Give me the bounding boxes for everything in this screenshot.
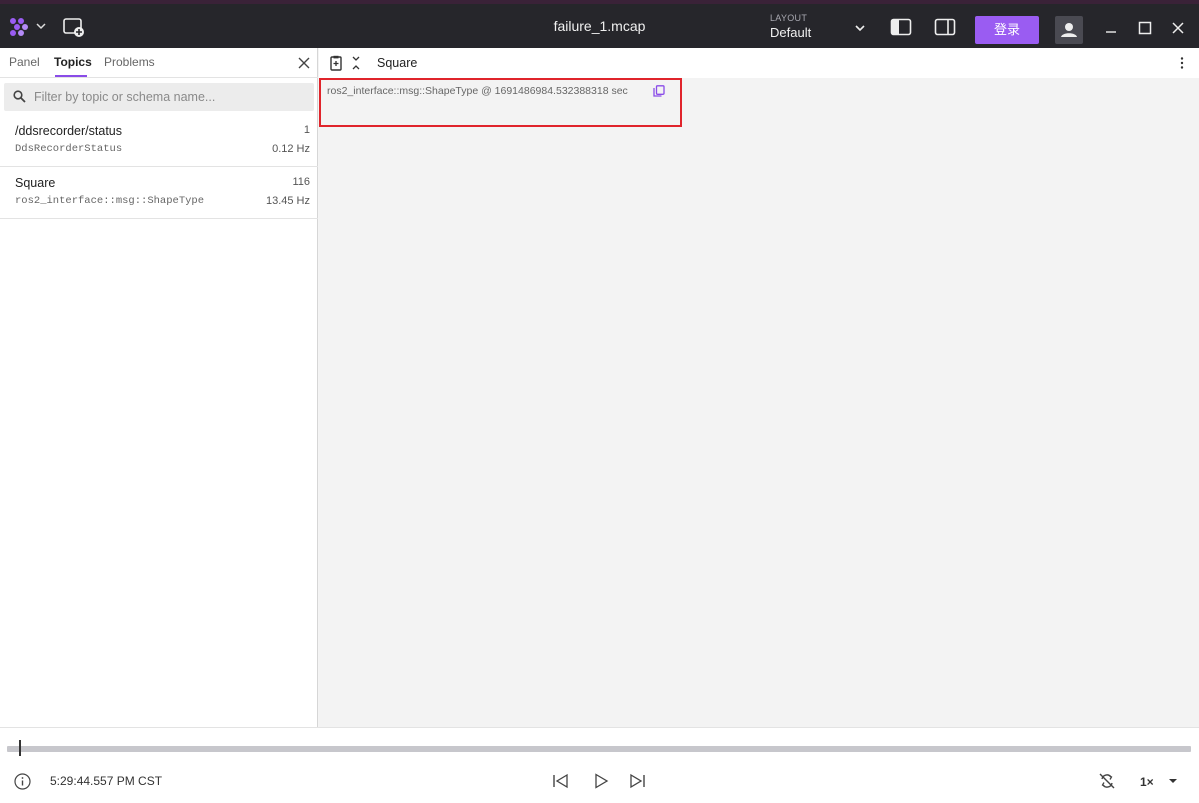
close-sidebar-icon[interactable] xyxy=(297,56,311,70)
left-sidebar: Panel Topics Problems /ddsrecorder/statu… xyxy=(0,48,318,727)
top-app-bar: failure_1.mcap LAYOUT Default 登录 xyxy=(0,0,1199,48)
close-window-icon[interactable] xyxy=(1170,20,1186,36)
search-icon xyxy=(13,90,26,103)
chevron-down-icon[interactable] xyxy=(35,20,47,32)
user-icon xyxy=(1061,23,1077,37)
minimize-icon[interactable] xyxy=(1103,20,1119,36)
copy-message-icon[interactable] xyxy=(328,55,344,71)
topic-name: /ddsrecorder/status xyxy=(15,124,122,138)
topic-frequency: 0.12 Hz xyxy=(272,143,310,155)
panel-topic-path[interactable]: Square xyxy=(377,56,417,70)
topic-name: Square xyxy=(15,176,56,190)
playback-speed[interactable]: 1× xyxy=(1140,775,1154,789)
topic-message-count: 116 xyxy=(292,176,310,188)
topic-schema: ros2_interface::msg::ShapeType xyxy=(15,195,205,207)
collapse-icon[interactable] xyxy=(351,56,361,70)
topic-message-count: 1 xyxy=(303,124,310,136)
tab-panel[interactable]: Panel xyxy=(9,55,40,69)
loop-off-icon[interactable] xyxy=(1098,772,1116,790)
topic-row[interactable]: /ddsrecorder/status 1 DdsRecorderStatus … xyxy=(0,115,318,167)
playback-bar: 5:29:44.557 PM CST 1× xyxy=(0,727,1199,803)
login-button[interactable]: 登录 xyxy=(975,16,1039,44)
chevron-down-icon xyxy=(855,25,865,32)
sidebar-tabs: Panel Topics Problems xyxy=(0,48,318,78)
layout-label: LAYOUT xyxy=(770,13,808,23)
add-panel-icon[interactable] xyxy=(62,16,86,38)
user-avatar-button[interactable] xyxy=(1055,16,1083,44)
raw-messages-panel: Square ros2_interface::msg::ShapeType @ … xyxy=(319,48,1199,727)
seek-backward-icon[interactable] xyxy=(552,773,570,789)
highlight-box xyxy=(319,78,682,127)
layout-selector[interactable]: LAYOUT Default xyxy=(770,13,870,43)
current-time: 5:29:44.557 PM CST xyxy=(50,774,163,788)
left-sidebar-toggle-icon[interactable] xyxy=(890,18,912,36)
more-options-icon[interactable] xyxy=(1179,56,1185,70)
topic-filter-input[interactable] xyxy=(34,83,310,111)
play-icon[interactable] xyxy=(592,773,610,789)
layout-value: Default xyxy=(770,25,812,40)
caret-down-icon[interactable] xyxy=(1167,775,1179,787)
tab-problems[interactable]: Problems xyxy=(104,55,155,69)
app-logo-icon[interactable] xyxy=(8,16,30,38)
panel-toolbar: Square xyxy=(319,48,1199,78)
topic-frequency: 13.45 Hz xyxy=(265,195,310,207)
right-sidebar-toggle-icon[interactable] xyxy=(934,18,956,36)
topic-row[interactable]: Square 116 ros2_interface::msg::ShapeTyp… xyxy=(0,167,318,219)
topic-filter xyxy=(4,83,314,111)
timeline-scrubber[interactable] xyxy=(19,740,21,756)
topic-schema: DdsRecorderStatus xyxy=(15,143,123,155)
active-tab-indicator xyxy=(55,75,87,77)
timeline-track[interactable] xyxy=(7,746,1191,752)
seek-forward-icon[interactable] xyxy=(628,773,646,789)
info-icon[interactable] xyxy=(14,773,31,790)
maximize-icon[interactable] xyxy=(1137,20,1153,36)
tab-topics[interactable]: Topics xyxy=(54,55,92,69)
